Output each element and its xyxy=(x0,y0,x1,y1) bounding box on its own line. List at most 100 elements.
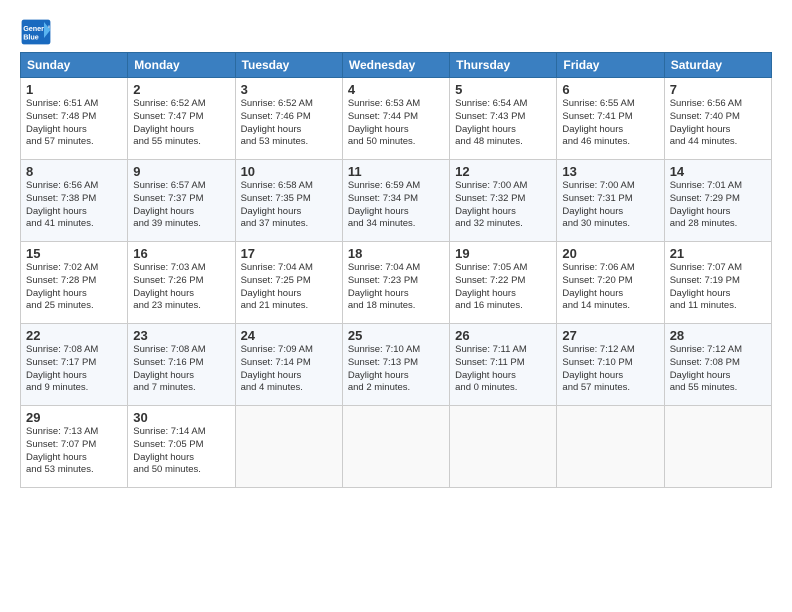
calendar-cell: 9 Sunrise: 6:57 AMSunset: 7:37 PMDayligh… xyxy=(128,160,235,242)
day-number: 20 xyxy=(562,246,658,261)
day-detail: Sunrise: 6:55 AMSunset: 7:41 PMDaylight … xyxy=(562,98,634,147)
week-row-3: 15 Sunrise: 7:02 AMSunset: 7:28 PMDaylig… xyxy=(21,242,772,324)
day-detail: Sunrise: 7:11 AMSunset: 7:11 PMDaylight … xyxy=(455,344,527,393)
header-row: SundayMondayTuesdayWednesdayThursdayFrid… xyxy=(21,53,772,78)
day-number: 16 xyxy=(133,246,229,261)
day-detail: Sunrise: 7:08 AMSunset: 7:17 PMDaylight … xyxy=(26,344,98,393)
day-number: 11 xyxy=(348,164,444,179)
calendar-table: SundayMondayTuesdayWednesdayThursdayFrid… xyxy=(20,52,772,488)
day-detail: Sunrise: 7:01 AMSunset: 7:29 PMDaylight … xyxy=(670,180,742,229)
day-detail: Sunrise: 7:14 AMSunset: 7:05 PMDaylight … xyxy=(133,426,205,475)
calendar-cell: 19 Sunrise: 7:05 AMSunset: 7:22 PMDaylig… xyxy=(450,242,557,324)
day-number: 15 xyxy=(26,246,122,261)
calendar-cell: 8 Sunrise: 6:56 AMSunset: 7:38 PMDayligh… xyxy=(21,160,128,242)
day-number: 10 xyxy=(241,164,337,179)
calendar-cell: 22 Sunrise: 7:08 AMSunset: 7:17 PMDaylig… xyxy=(21,324,128,406)
day-detail: Sunrise: 7:09 AMSunset: 7:14 PMDaylight … xyxy=(241,344,313,393)
calendar-cell: 15 Sunrise: 7:02 AMSunset: 7:28 PMDaylig… xyxy=(21,242,128,324)
day-number: 4 xyxy=(348,82,444,97)
day-detail: Sunrise: 7:05 AMSunset: 7:22 PMDaylight … xyxy=(455,262,527,311)
day-detail: Sunrise: 7:04 AMSunset: 7:25 PMDaylight … xyxy=(241,262,313,311)
day-number: 18 xyxy=(348,246,444,261)
calendar-cell: 3 Sunrise: 6:52 AMSunset: 7:46 PMDayligh… xyxy=(235,78,342,160)
page-container: General Blue SundayMondayTuesdayWednesda… xyxy=(0,0,792,498)
calendar-cell: 16 Sunrise: 7:03 AMSunset: 7:26 PMDaylig… xyxy=(128,242,235,324)
day-detail: Sunrise: 7:03 AMSunset: 7:26 PMDaylight … xyxy=(133,262,205,311)
calendar-cell: 30 Sunrise: 7:14 AMSunset: 7:05 PMDaylig… xyxy=(128,406,235,488)
day-detail: Sunrise: 7:02 AMSunset: 7:28 PMDaylight … xyxy=(26,262,98,311)
calendar-cell: 6 Sunrise: 6:55 AMSunset: 7:41 PMDayligh… xyxy=(557,78,664,160)
day-header-sunday: Sunday xyxy=(21,53,128,78)
day-number: 24 xyxy=(241,328,337,343)
day-detail: Sunrise: 7:13 AMSunset: 7:07 PMDaylight … xyxy=(26,426,98,475)
day-detail: Sunrise: 7:00 AMSunset: 7:32 PMDaylight … xyxy=(455,180,527,229)
calendar-cell: 29 Sunrise: 7:13 AMSunset: 7:07 PMDaylig… xyxy=(21,406,128,488)
calendar-cell: 7 Sunrise: 6:56 AMSunset: 7:40 PMDayligh… xyxy=(664,78,771,160)
day-number: 23 xyxy=(133,328,229,343)
day-number: 25 xyxy=(348,328,444,343)
svg-text:Blue: Blue xyxy=(23,33,39,42)
day-header-tuesday: Tuesday xyxy=(235,53,342,78)
day-detail: Sunrise: 6:52 AMSunset: 7:46 PMDaylight … xyxy=(241,98,313,147)
day-number: 6 xyxy=(562,82,658,97)
day-number: 8 xyxy=(26,164,122,179)
calendar-cell: 21 Sunrise: 7:07 AMSunset: 7:19 PMDaylig… xyxy=(664,242,771,324)
day-detail: Sunrise: 6:53 AMSunset: 7:44 PMDaylight … xyxy=(348,98,420,147)
calendar-cell: 14 Sunrise: 7:01 AMSunset: 7:29 PMDaylig… xyxy=(664,160,771,242)
day-number: 27 xyxy=(562,328,658,343)
day-number: 3 xyxy=(241,82,337,97)
day-detail: Sunrise: 7:08 AMSunset: 7:16 PMDaylight … xyxy=(133,344,205,393)
calendar-cell: 17 Sunrise: 7:04 AMSunset: 7:25 PMDaylig… xyxy=(235,242,342,324)
day-number: 21 xyxy=(670,246,766,261)
day-detail: Sunrise: 6:58 AMSunset: 7:35 PMDaylight … xyxy=(241,180,313,229)
day-detail: Sunrise: 6:56 AMSunset: 7:38 PMDaylight … xyxy=(26,180,98,229)
day-detail: Sunrise: 7:12 AMSunset: 7:10 PMDaylight … xyxy=(562,344,634,393)
logo: General Blue xyxy=(20,18,52,46)
day-number: 29 xyxy=(26,410,122,425)
week-row-5: 29 Sunrise: 7:13 AMSunset: 7:07 PMDaylig… xyxy=(21,406,772,488)
calendar-cell: 25 Sunrise: 7:10 AMSunset: 7:13 PMDaylig… xyxy=(342,324,449,406)
day-header-thursday: Thursday xyxy=(450,53,557,78)
day-header-saturday: Saturday xyxy=(664,53,771,78)
day-number: 1 xyxy=(26,82,122,97)
calendar-cell: 18 Sunrise: 7:04 AMSunset: 7:23 PMDaylig… xyxy=(342,242,449,324)
day-number: 26 xyxy=(455,328,551,343)
calendar-cell: 5 Sunrise: 6:54 AMSunset: 7:43 PMDayligh… xyxy=(450,78,557,160)
calendar-cell: 27 Sunrise: 7:12 AMSunset: 7:10 PMDaylig… xyxy=(557,324,664,406)
calendar-cell: 2 Sunrise: 6:52 AMSunset: 7:47 PMDayligh… xyxy=(128,78,235,160)
calendar-cell: 4 Sunrise: 6:53 AMSunset: 7:44 PMDayligh… xyxy=(342,78,449,160)
calendar-cell: 11 Sunrise: 6:59 AMSunset: 7:34 PMDaylig… xyxy=(342,160,449,242)
header: General Blue xyxy=(20,18,772,46)
calendar-cell: 24 Sunrise: 7:09 AMSunset: 7:14 PMDaylig… xyxy=(235,324,342,406)
week-row-4: 22 Sunrise: 7:08 AMSunset: 7:17 PMDaylig… xyxy=(21,324,772,406)
day-number: 9 xyxy=(133,164,229,179)
calendar-cell: 1 Sunrise: 6:51 AMSunset: 7:48 PMDayligh… xyxy=(21,78,128,160)
day-detail: Sunrise: 7:00 AMSunset: 7:31 PMDaylight … xyxy=(562,180,634,229)
calendar-cell: 10 Sunrise: 6:58 AMSunset: 7:35 PMDaylig… xyxy=(235,160,342,242)
day-detail: Sunrise: 7:07 AMSunset: 7:19 PMDaylight … xyxy=(670,262,742,311)
calendar-cell xyxy=(450,406,557,488)
calendar-cell xyxy=(342,406,449,488)
week-row-1: 1 Sunrise: 6:51 AMSunset: 7:48 PMDayligh… xyxy=(21,78,772,160)
day-detail: Sunrise: 6:59 AMSunset: 7:34 PMDaylight … xyxy=(348,180,420,229)
logo-icon: General Blue xyxy=(20,18,52,46)
day-header-monday: Monday xyxy=(128,53,235,78)
day-detail: Sunrise: 6:54 AMSunset: 7:43 PMDaylight … xyxy=(455,98,527,147)
day-number: 5 xyxy=(455,82,551,97)
calendar-cell xyxy=(664,406,771,488)
day-number: 30 xyxy=(133,410,229,425)
day-detail: Sunrise: 6:56 AMSunset: 7:40 PMDaylight … xyxy=(670,98,742,147)
day-detail: Sunrise: 7:06 AMSunset: 7:20 PMDaylight … xyxy=(562,262,634,311)
day-detail: Sunrise: 6:52 AMSunset: 7:47 PMDaylight … xyxy=(133,98,205,147)
day-number: 13 xyxy=(562,164,658,179)
day-detail: Sunrise: 7:12 AMSunset: 7:08 PMDaylight … xyxy=(670,344,742,393)
day-number: 19 xyxy=(455,246,551,261)
day-number: 7 xyxy=(670,82,766,97)
calendar-cell: 12 Sunrise: 7:00 AMSunset: 7:32 PMDaylig… xyxy=(450,160,557,242)
day-detail: Sunrise: 6:57 AMSunset: 7:37 PMDaylight … xyxy=(133,180,205,229)
calendar-cell: 23 Sunrise: 7:08 AMSunset: 7:16 PMDaylig… xyxy=(128,324,235,406)
day-number: 22 xyxy=(26,328,122,343)
day-detail: Sunrise: 7:10 AMSunset: 7:13 PMDaylight … xyxy=(348,344,420,393)
day-number: 14 xyxy=(670,164,766,179)
day-number: 12 xyxy=(455,164,551,179)
